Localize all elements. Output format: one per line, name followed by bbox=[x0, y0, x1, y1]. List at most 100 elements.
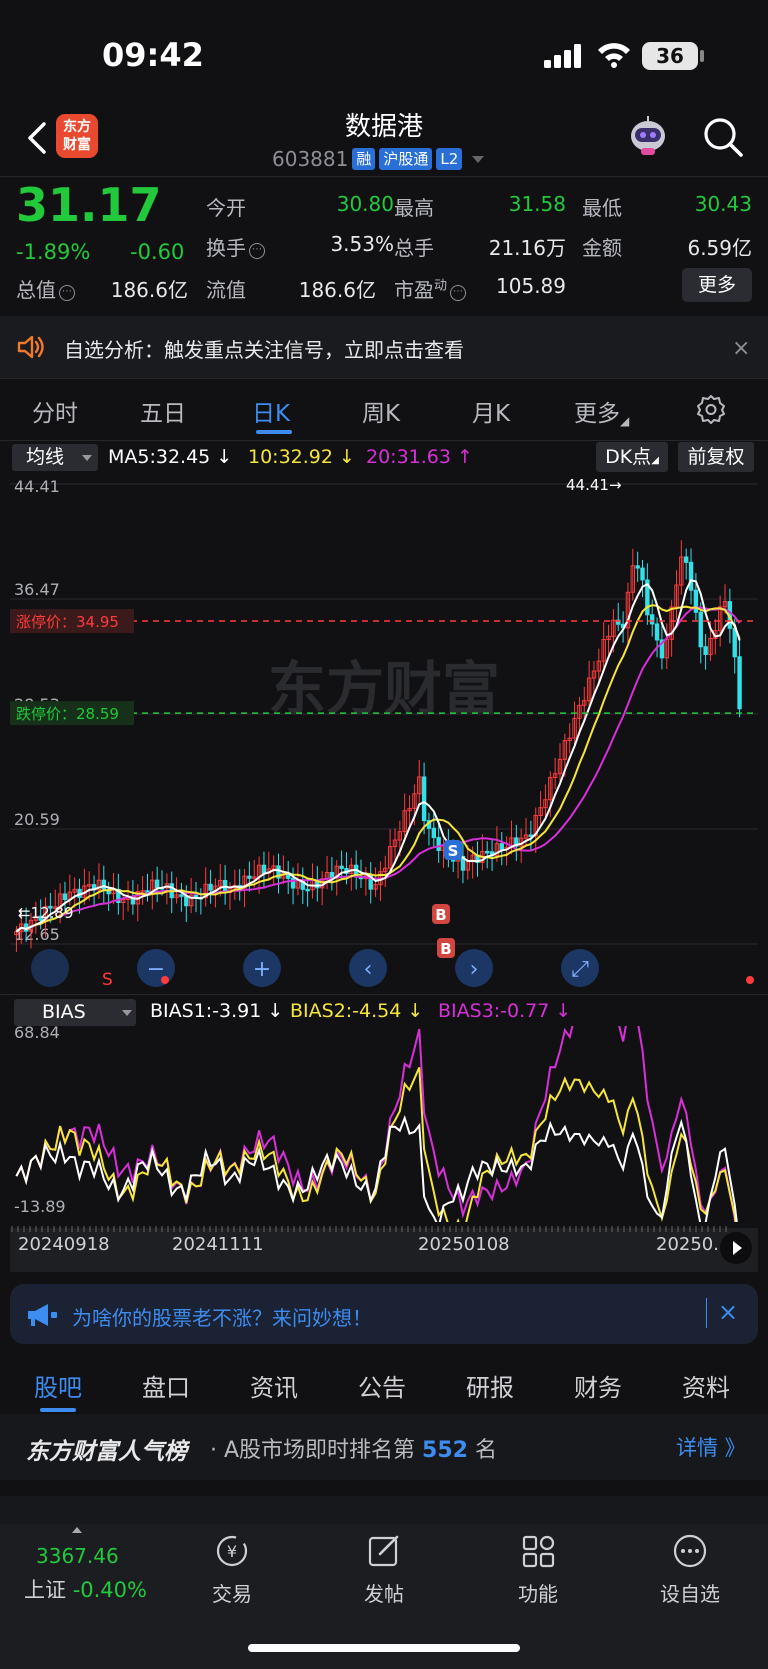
rank-prefix: · A股市场即时排名第 bbox=[210, 1438, 416, 1463]
tab-research[interactable]: 研报 bbox=[466, 1368, 514, 1403]
index-value[interactable]: 3367.46 bbox=[36, 1544, 119, 1568]
play-forward-icon[interactable] bbox=[720, 1232, 752, 1264]
bias2-line bbox=[15, 1067, 737, 1222]
nav-functions[interactable]: 功能 bbox=[488, 1532, 588, 1607]
tab-news[interactable]: 资讯 bbox=[250, 1368, 298, 1403]
candlestick-chart[interactable]: 44.4136.4728.5320.5912.65东方财富涨停价：34.95跌停… bbox=[10, 474, 758, 994]
bias3-legend: BIAS3:-0.77 ↓ bbox=[438, 1000, 572, 1022]
bias-y-min: -13.89 bbox=[14, 1197, 66, 1216]
pe-label[interactable]: 市盈动 ⋯ bbox=[394, 274, 467, 303]
last-price: 31.17 bbox=[16, 178, 162, 232]
tab-guba[interactable]: 股吧 bbox=[34, 1368, 82, 1403]
candle-body bbox=[683, 556, 689, 563]
search-icon[interactable] bbox=[702, 116, 744, 158]
limit-down-label: 跌停价：28.59 bbox=[16, 705, 119, 723]
candle-body bbox=[654, 623, 660, 641]
tab-daily-k[interactable]: 日K bbox=[252, 394, 290, 428]
tab-financials[interactable]: 财务 bbox=[574, 1368, 622, 1403]
nav-trade[interactable]: ¥ 交易 bbox=[182, 1532, 282, 1607]
corner-caret-icon: ◢ bbox=[620, 414, 630, 428]
turnover-label[interactable]: 换手 ⋯ bbox=[206, 232, 265, 261]
tab-more-label: 更多 bbox=[574, 401, 620, 427]
chevron-up-icon[interactable] bbox=[72, 1527, 82, 1533]
high-label: 最高 bbox=[394, 196, 434, 220]
tabs-bottom-divider bbox=[0, 440, 768, 441]
tab-monthly-k[interactable]: 月K bbox=[472, 394, 510, 428]
rank-detail-link[interactable]: 详情 》 bbox=[676, 1432, 746, 1462]
pe-dynamic-sup: 动 bbox=[434, 278, 448, 294]
candle-body bbox=[184, 895, 189, 907]
more-dots-icon bbox=[673, 1534, 707, 1568]
megaphone-icon bbox=[28, 1304, 57, 1326]
info-icon: ⋯ bbox=[450, 285, 467, 301]
lower-tab-indicator bbox=[40, 1408, 76, 1412]
candle-body bbox=[154, 879, 160, 889]
date-axis[interactable] bbox=[10, 1228, 758, 1272]
stock-code-row[interactable]: 603881 融 沪股通 L2 bbox=[272, 146, 485, 172]
tab-more[interactable]: 更多◢ bbox=[574, 394, 629, 428]
bias3-line bbox=[15, 1026, 737, 1222]
nav-add-watchlist[interactable]: 设自选 bbox=[640, 1532, 740, 1607]
chevron-down-icon bbox=[82, 455, 92, 461]
tab-five-day[interactable]: 五日 bbox=[140, 394, 186, 428]
banner-close-icon[interactable]: × bbox=[732, 336, 750, 361]
buy-marker: B bbox=[440, 940, 451, 958]
ma5-legend: MA5:32.45 ↓ bbox=[108, 446, 233, 468]
gear-icon[interactable] bbox=[696, 394, 726, 424]
candle-body bbox=[339, 865, 344, 869]
indicator-select-ma[interactable]: 均线 bbox=[12, 444, 98, 471]
dk-point-button[interactable]: DK点◢ bbox=[596, 442, 668, 472]
candle-body bbox=[688, 561, 694, 591]
wifi-icon bbox=[598, 43, 630, 68]
tabs-top-divider bbox=[0, 378, 768, 379]
index-name: 上证 bbox=[24, 1578, 66, 1602]
bias3-legend-value: BIAS3:-0.77 bbox=[438, 1000, 550, 1022]
candle-body bbox=[179, 894, 184, 897]
turnover-label-text: 换手 bbox=[206, 236, 246, 260]
nav-post[interactable]: 发帖 bbox=[334, 1532, 434, 1607]
active-tab-indicator bbox=[256, 430, 292, 434]
dk-point-label: DK点 bbox=[605, 446, 652, 468]
candle-body bbox=[499, 843, 504, 850]
ai-assistant-robot-icon[interactable] bbox=[626, 114, 670, 158]
chevron-down-icon bbox=[122, 1010, 132, 1016]
candle-body bbox=[737, 656, 742, 710]
date-label-2: 20241111 bbox=[172, 1234, 264, 1255]
more-quote-button[interactable]: 更多 bbox=[682, 268, 752, 302]
bias1-legend-value: BIAS1:-3.91 bbox=[150, 1000, 262, 1022]
tab-intraday[interactable]: 分时 bbox=[32, 394, 78, 428]
connect-tag: 沪股通 bbox=[379, 148, 433, 170]
candle-body bbox=[431, 827, 437, 839]
candle-body bbox=[208, 883, 213, 891]
bias1-line bbox=[15, 1114, 738, 1222]
index-ticker[interactable]: 上证 -0.40% bbox=[24, 1574, 147, 1604]
float-label: 流值 bbox=[206, 278, 246, 302]
candle-body bbox=[698, 611, 703, 648]
red-dot bbox=[746, 976, 754, 984]
candle-body bbox=[101, 879, 106, 890]
candle-body bbox=[421, 776, 427, 822]
drag-control-circle bbox=[31, 949, 69, 987]
forward-adjust-button[interactable]: 前复权 bbox=[678, 442, 754, 472]
mcap-label[interactable]: 总值 ⋯ bbox=[16, 274, 75, 303]
open-label: 今开 bbox=[206, 196, 246, 220]
ad-text: 为啥你的股票老不涨？来问妙想！ bbox=[72, 1306, 372, 1330]
left-control-icon: ‹ bbox=[364, 957, 373, 982]
tab-announcements[interactable]: 公告 bbox=[358, 1368, 406, 1403]
ad-close-icon[interactable]: × bbox=[718, 1298, 738, 1326]
tab-order-book[interactable]: 盘口 bbox=[142, 1368, 190, 1403]
indicator-select-bias[interactable]: BIAS bbox=[14, 999, 136, 1026]
ad-separator bbox=[706, 1298, 707, 1328]
margin-tag: 融 bbox=[352, 148, 376, 170]
nav-add-watchlist-label: 设自选 bbox=[660, 1582, 720, 1606]
pe-label-text: 市盈 bbox=[394, 278, 434, 302]
limit-up-label: 涨停价：34.95 bbox=[16, 613, 119, 631]
ma20-legend: 20:31.63 ↑ bbox=[366, 446, 473, 468]
bias-chart[interactable]: 68.84 -13.89 bbox=[10, 1026, 758, 1222]
tab-weekly-k[interactable]: 周K bbox=[362, 394, 400, 428]
rank-number: 552 bbox=[422, 1438, 468, 1463]
candle-body bbox=[62, 893, 68, 901]
date-label-1: 20240918 bbox=[18, 1234, 110, 1255]
index-percent: -0.40% bbox=[72, 1578, 147, 1602]
tab-profile[interactable]: 资料 bbox=[682, 1368, 730, 1403]
